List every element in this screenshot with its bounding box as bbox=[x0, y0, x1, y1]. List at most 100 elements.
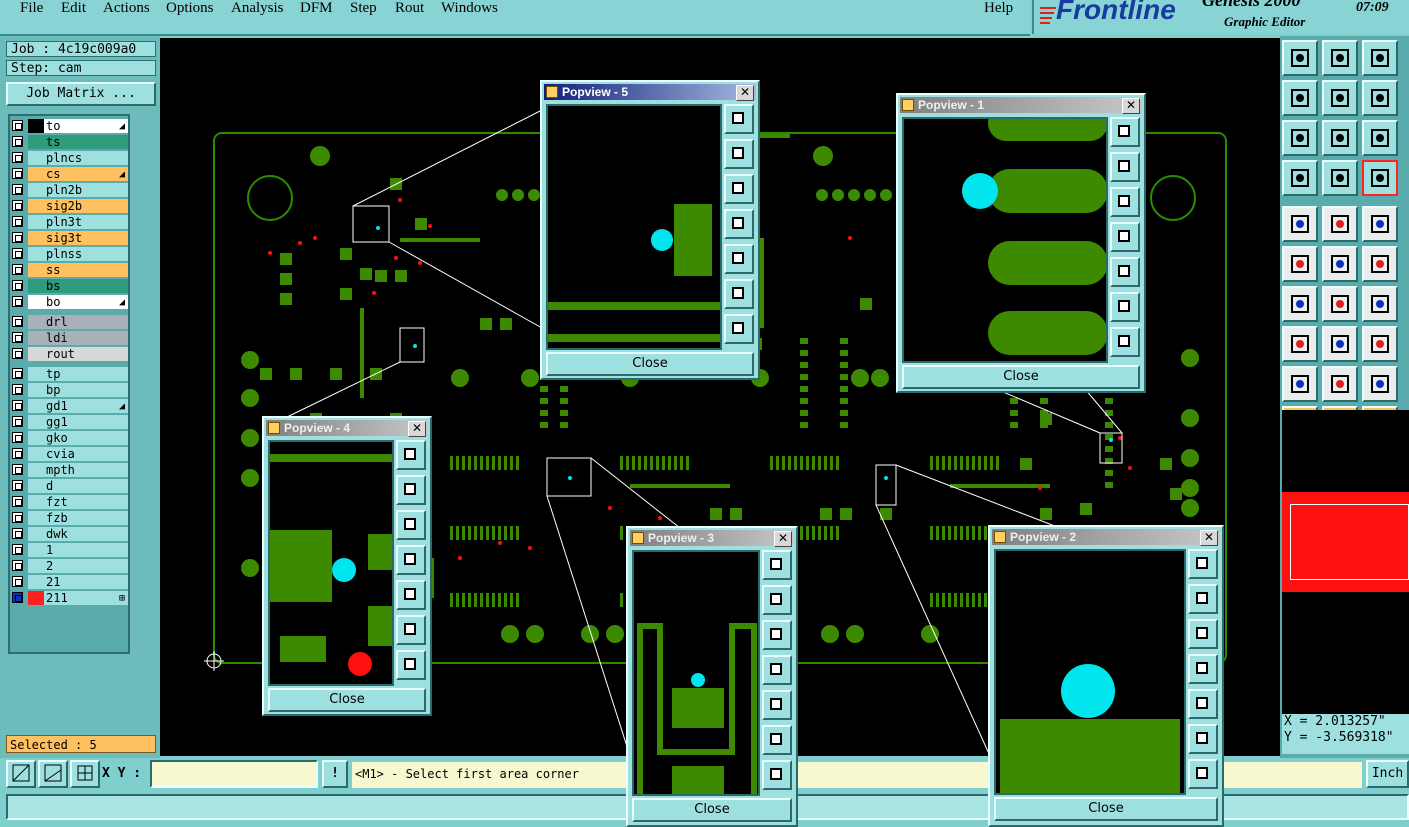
menu-edit[interactable]: Edit bbox=[61, 0, 86, 17]
job-matrix-button[interactable]: Job Matrix ... bbox=[6, 82, 156, 106]
menu-file[interactable]: File bbox=[20, 0, 43, 17]
popview-title-bar[interactable]: Popview - 3 bbox=[630, 530, 794, 546]
layer-name[interactable]: cvia bbox=[44, 447, 128, 461]
popview-window-2[interactable]: Popview - 2 ✕ Close bbox=[988, 525, 1224, 827]
menu-step[interactable]: Step bbox=[350, 0, 377, 17]
layer-name[interactable]: ss bbox=[44, 263, 128, 277]
layer-name[interactable]: 21 bbox=[44, 575, 128, 589]
fit-icon[interactable] bbox=[396, 615, 426, 645]
zoom-out-icon[interactable] bbox=[1110, 187, 1140, 217]
connect-tool-icon[interactable] bbox=[1282, 246, 1318, 282]
zoom-in-icon[interactable] bbox=[762, 585, 792, 615]
overview-viewport[interactable] bbox=[1290, 504, 1409, 580]
layer-color-swatch[interactable] bbox=[28, 463, 44, 477]
close-button[interactable]: Close bbox=[546, 352, 754, 376]
alert-icon[interactable]: ! bbox=[322, 760, 348, 788]
layer-color-swatch[interactable] bbox=[28, 183, 44, 197]
undo-view-icon[interactable] bbox=[1362, 80, 1398, 116]
zoom-back-icon[interactable] bbox=[1282, 80, 1318, 116]
layer-name[interactable]: 1 bbox=[44, 543, 128, 557]
layer-name[interactable]: pln2b bbox=[44, 183, 128, 197]
center-icon[interactable] bbox=[1110, 327, 1140, 357]
layer-row-bp[interactable]: bp bbox=[10, 382, 130, 398]
layer-checkbox[interactable] bbox=[12, 168, 23, 179]
layer-row-gd1[interactable]: gd1 ◢ bbox=[10, 398, 130, 414]
layer-name[interactable]: dwk bbox=[44, 527, 128, 541]
popview-title-bar[interactable]: Popview - 4 bbox=[266, 420, 428, 436]
ruler-tool-icon[interactable] bbox=[1362, 206, 1398, 242]
layer-color-swatch[interactable] bbox=[28, 415, 44, 429]
angle-tool-icon[interactable] bbox=[1282, 366, 1318, 402]
layer-checkbox[interactable] bbox=[12, 200, 23, 211]
layer-checkbox[interactable] bbox=[12, 232, 23, 243]
layer-color-swatch[interactable] bbox=[28, 199, 44, 213]
layer-row-pln2b[interactable]: pln2b bbox=[10, 182, 130, 198]
layer-checkbox[interactable] bbox=[12, 348, 23, 359]
measure-tool-icon[interactable] bbox=[1362, 326, 1398, 362]
close-icon[interactable]: ✕ bbox=[1200, 530, 1218, 546]
popview-window-4[interactable]: Popview - 4 ✕ Close bbox=[262, 416, 432, 716]
layer-row-d[interactable]: d bbox=[10, 478, 130, 494]
close-icon[interactable]: ✕ bbox=[408, 421, 426, 437]
layer-color-swatch[interactable] bbox=[28, 331, 44, 345]
layer-checkbox[interactable] bbox=[12, 448, 23, 459]
layer-color-swatch[interactable] bbox=[28, 295, 44, 309]
grid-tool-icon[interactable] bbox=[1322, 160, 1358, 196]
layer-checkbox[interactable] bbox=[12, 296, 23, 307]
layer-row-drl[interactable]: drl bbox=[10, 314, 130, 330]
layer-color-swatch[interactable] bbox=[28, 263, 44, 277]
close-button[interactable]: Close bbox=[632, 798, 792, 822]
layer-name[interactable]: bp bbox=[44, 383, 128, 397]
pan-left-icon[interactable] bbox=[724, 209, 754, 239]
layer-checkbox[interactable] bbox=[12, 592, 23, 603]
cut-tool-icon[interactable] bbox=[1322, 326, 1358, 362]
layer-checkbox[interactable] bbox=[12, 384, 23, 395]
layer-color-swatch[interactable] bbox=[28, 527, 44, 541]
layer-checkbox[interactable] bbox=[12, 400, 23, 411]
center-icon[interactable] bbox=[724, 314, 754, 344]
zoom-window-icon[interactable] bbox=[1188, 549, 1218, 579]
layer-checkbox[interactable] bbox=[12, 432, 23, 443]
popview-window-5[interactable]: Popview - 5 ✕ Close bbox=[540, 80, 760, 380]
zoom-out-icon[interactable] bbox=[762, 620, 792, 650]
grid-icon[interactable] bbox=[70, 760, 100, 788]
layer-color-swatch[interactable] bbox=[28, 559, 44, 573]
menu-help[interactable]: Help bbox=[984, 0, 1013, 17]
menu-analysis[interactable]: Analysis bbox=[231, 0, 284, 17]
layer-row-21[interactable]: 21 bbox=[10, 574, 130, 590]
popview-window-1[interactable]: Popview - 1 ✕ Close bbox=[896, 93, 1146, 393]
layer-checkbox[interactable] bbox=[12, 280, 23, 291]
layer-color-swatch[interactable] bbox=[28, 279, 44, 293]
center-icon[interactable] bbox=[396, 650, 426, 680]
pad-tool-icon[interactable] bbox=[1282, 326, 1318, 362]
menu-options[interactable]: Options bbox=[166, 0, 214, 17]
layer-name[interactable]: bs bbox=[44, 279, 128, 293]
layer-row-fzb[interactable]: fzb bbox=[10, 510, 130, 526]
layer-checkbox[interactable] bbox=[12, 264, 23, 275]
layer-row-ts[interactable]: ts bbox=[10, 134, 130, 150]
zoom-home-icon[interactable] bbox=[1282, 40, 1318, 76]
layers-tool-icon[interactable] bbox=[1362, 160, 1398, 196]
layer-row-ss[interactable]: ss bbox=[10, 262, 130, 278]
zoom-in-icon[interactable] bbox=[1188, 584, 1218, 614]
fit-icon[interactable] bbox=[762, 725, 792, 755]
layer-name[interactable]: plnss bbox=[44, 247, 128, 261]
zoom-out-icon[interactable] bbox=[396, 510, 426, 540]
layer-checkbox[interactable] bbox=[12, 152, 23, 163]
layer-name[interactable]: ldi bbox=[44, 331, 128, 345]
layer-name[interactable]: cs ◢ bbox=[44, 167, 128, 181]
layer-row-cvia[interactable]: cvia bbox=[10, 446, 130, 462]
fit-icon[interactable] bbox=[1188, 724, 1218, 754]
layer-color-swatch[interactable] bbox=[28, 591, 44, 605]
layer-row-1[interactable]: 1 bbox=[10, 542, 130, 558]
layer-color-swatch[interactable] bbox=[28, 511, 44, 525]
layer-name[interactable]: d bbox=[44, 479, 128, 493]
home-icon[interactable] bbox=[1362, 40, 1398, 76]
close-button[interactable]: Close bbox=[268, 688, 426, 712]
layer-color-swatch[interactable] bbox=[28, 347, 44, 361]
layer-row-dwk[interactable]: dwk bbox=[10, 526, 130, 542]
pan-left-icon[interactable] bbox=[1110, 222, 1140, 252]
popview-title-bar[interactable]: Popview - 1 bbox=[900, 97, 1142, 113]
layer-row-to[interactable]: to ◢ bbox=[10, 118, 130, 134]
layer-color-swatch[interactable] bbox=[28, 167, 44, 181]
